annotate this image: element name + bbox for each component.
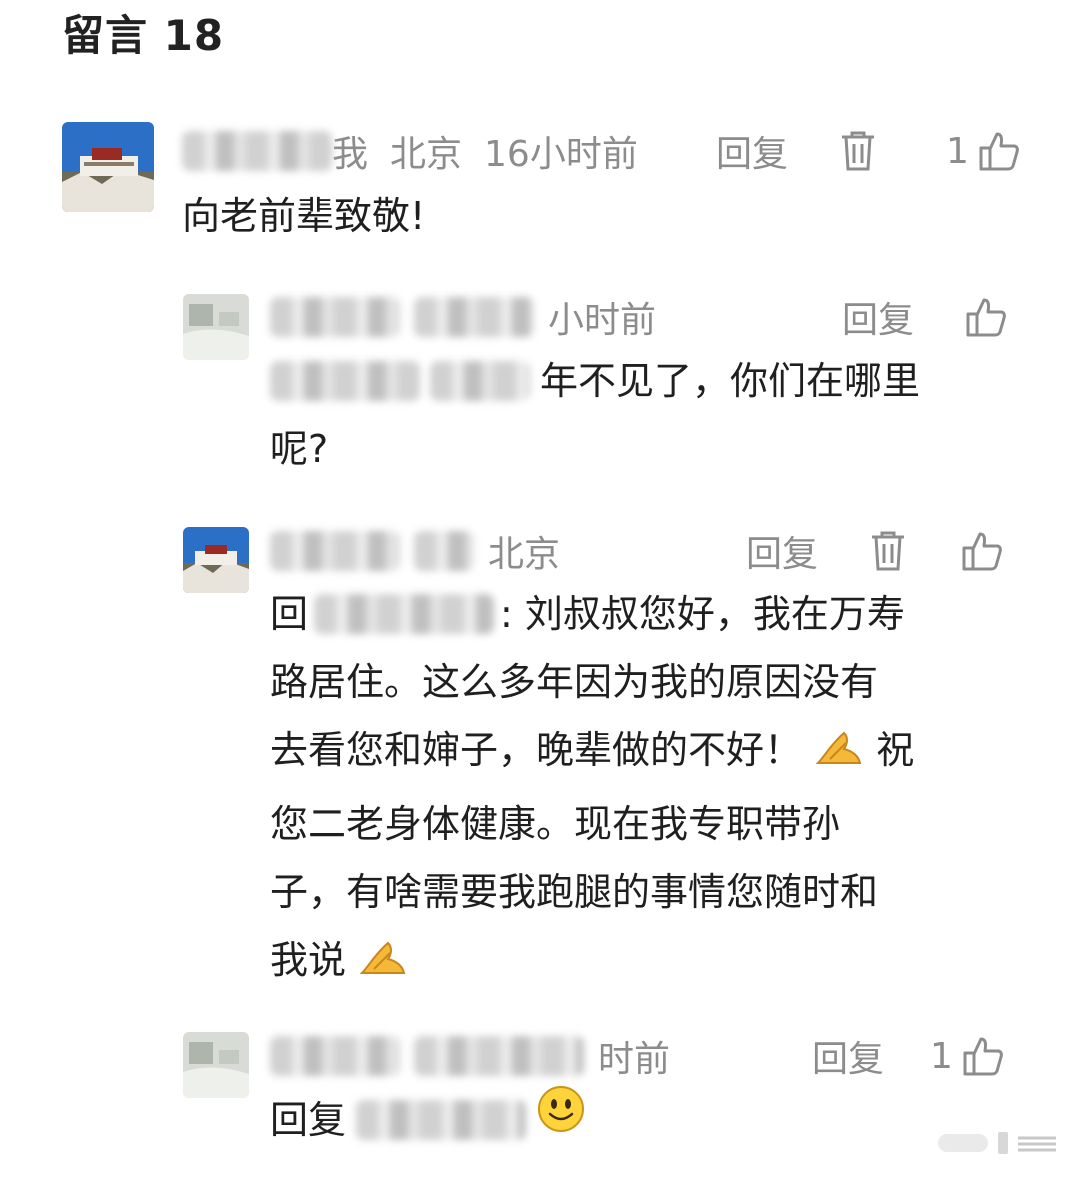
redacted-text [270, 361, 420, 401]
timestamp: 时前 [598, 1039, 671, 1080]
avatar[interactable] [183, 1032, 249, 1098]
comment-meta: 小时前 [270, 291, 656, 343]
comment-actions: 回复 [842, 291, 1008, 343]
reply-button[interactable]: 回复 [716, 125, 788, 177]
location: 北京 [390, 134, 463, 175]
thumbs-up-icon[interactable] [964, 295, 1008, 339]
scroll-handle[interactable] [938, 1130, 1058, 1156]
folded-hands-emoji [814, 722, 864, 790]
redacted-name[interactable] [270, 531, 400, 571]
redacted-text [414, 531, 474, 571]
location: 北京 [488, 534, 561, 575]
comment-text: 回 : 刘叔叔您好，我在万寿 路居住。这么多年因为我的原因没有 去看您和婶子，晚… [270, 580, 1060, 1000]
timestamp: 16小时前 [484, 134, 638, 175]
like-count: 1 [930, 1035, 953, 1077]
comment-meta: 我 北京 16小时前 [182, 125, 638, 177]
redacted-mention[interactable] [356, 1099, 527, 1140]
reply-button[interactable]: 回复 [842, 291, 914, 343]
comment-text: 年不见了，你们在哪里 呢? [270, 359, 921, 471]
comment-actions: 回复 [746, 525, 1004, 577]
avatar[interactable] [62, 122, 154, 212]
redacted-location [414, 1036, 584, 1076]
comment-text: 向老前辈致敬! [182, 194, 426, 238]
redacted-location [414, 297, 534, 337]
watermark-lines-icon [938, 1132, 1056, 1154]
reply-button[interactable]: 回复 [746, 525, 818, 577]
author-name[interactable]: 我 [182, 125, 368, 177]
thumbs-up-icon[interactable] [977, 129, 1021, 173]
smiling-face-emoji [536, 1084, 586, 1155]
reply-button[interactable]: 回复 [812, 1030, 884, 1082]
redacted-text [430, 361, 530, 401]
timestamp: 小时前 [548, 300, 657, 341]
avatar[interactable] [183, 294, 249, 360]
trash-icon[interactable] [838, 129, 878, 173]
comment-actions: 回复 1 [716, 125, 1021, 177]
thumbs-up-icon[interactable] [961, 1034, 1005, 1078]
comment-meta: 时前 [270, 1030, 670, 1082]
comment-1: 我 北京 16小时前 回复 1 向老前辈致敬! [0, 0, 1080, 260]
redacted-name [182, 131, 332, 171]
folded-hands-emoji [358, 932, 408, 1000]
redacted-name[interactable] [270, 297, 400, 337]
avatar[interactable] [183, 527, 249, 593]
thumbs-up-icon[interactable] [960, 529, 1004, 573]
comment-meta: 北京 [270, 525, 560, 577]
like-count: 1 [946, 130, 969, 172]
redacted-mention[interactable] [314, 594, 495, 634]
redacted-name[interactable] [270, 1036, 400, 1076]
comment-actions: 回复 1 [812, 1030, 1005, 1082]
trash-icon[interactable] [868, 529, 908, 573]
comment-text: 回复 [270, 1084, 586, 1155]
